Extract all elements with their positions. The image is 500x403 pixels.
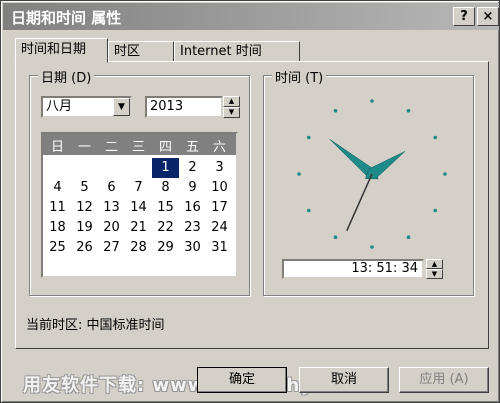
calendar-day[interactable]: 6 bbox=[98, 178, 125, 198]
ok-button[interactable]: 确定 bbox=[197, 367, 287, 393]
calendar-day[interactable]: 19 bbox=[71, 218, 98, 238]
month-value: 八月 bbox=[46, 99, 73, 114]
calendar-day[interactable]: 24 bbox=[206, 218, 233, 238]
spin-up-icon[interactable]: ▲ bbox=[426, 259, 443, 269]
clock-tick bbox=[370, 245, 374, 249]
day-name: 五 bbox=[185, 140, 199, 155]
date-group-title: 日期 (D) bbox=[38, 67, 95, 86]
clock-tick bbox=[443, 172, 447, 176]
time-spinner[interactable]: ▲ ▼ bbox=[426, 259, 443, 279]
calendar-day[interactable]: 21 bbox=[125, 218, 152, 238]
calendar-grid[interactable]: 日 一 二 三 四 五 六 1 2 3 4 5 6 7 8 9 10 11 12 13 14 15 16 17 1… bbox=[41, 132, 238, 278]
clock-tick bbox=[297, 172, 301, 176]
clock-tick bbox=[306, 208, 311, 213]
apply-button[interactable]: 应用 (A) bbox=[399, 367, 489, 393]
calendar-day[interactable]: 4 bbox=[44, 178, 71, 198]
tab-timezone[interactable]: 时区 bbox=[108, 41, 174, 62]
spin-down-icon[interactable]: ▼ bbox=[426, 269, 443, 279]
year-spinner[interactable]: ▲ ▼ bbox=[223, 96, 240, 118]
calendar-day[interactable]: 20 bbox=[98, 218, 125, 238]
calendar-day[interactable]: 12 bbox=[71, 198, 98, 218]
calendar-day[interactable]: 2 bbox=[179, 158, 206, 178]
calendar-day[interactable]: 9 bbox=[179, 178, 206, 198]
chevron-down-icon[interactable]: ▼ bbox=[113, 98, 130, 116]
calendar-header: 日 一 二 三 四 五 六 bbox=[43, 134, 236, 155]
clock-tick bbox=[333, 235, 338, 240]
analog-clock bbox=[297, 99, 447, 249]
clock-tick bbox=[333, 108, 338, 113]
time-field[interactable]: 13: 51: 34 bbox=[282, 259, 424, 279]
cancel-button[interactable]: 取消 bbox=[299, 367, 389, 393]
calendar-day[interactable]: 27 bbox=[98, 238, 125, 258]
calendar-day[interactable]: 31 bbox=[206, 238, 233, 258]
spin-up-icon[interactable]: ▲ bbox=[223, 96, 240, 107]
tab-internet-time[interactable]: Internet 时间 bbox=[174, 41, 300, 62]
time-group-title: 时间 (T) bbox=[272, 67, 327, 86]
calendar-day[interactable]: 23 bbox=[179, 218, 206, 238]
help-button[interactable]: ? bbox=[453, 7, 475, 26]
calendar-day[interactable]: 29 bbox=[152, 238, 179, 258]
calendar-day[interactable]: 5 bbox=[71, 178, 98, 198]
window-title: 日期和时间 属性 bbox=[11, 9, 122, 27]
month-select[interactable]: 八月 ▼ bbox=[41, 96, 132, 118]
day-name: 二 bbox=[104, 140, 118, 155]
tab-page: 日期 (D) 八月 ▼ 2013 ▲ ▼ 日 一 二 三 四 五 六 12345… bbox=[15, 61, 489, 349]
calendar-day[interactable]: 17 bbox=[206, 198, 233, 218]
tab-date-time[interactable]: 时间和日期 bbox=[15, 38, 108, 63]
timezone-label: 当前时区: 中国标准时间 bbox=[26, 318, 165, 333]
clock-tick bbox=[433, 135, 438, 140]
calendar-day[interactable]: 11 bbox=[44, 198, 71, 218]
spin-down-icon[interactable]: ▼ bbox=[223, 107, 240, 118]
calendar-day[interactable]: 22 bbox=[152, 218, 179, 238]
calendar-day[interactable]: 13 bbox=[98, 198, 125, 218]
clock-tick bbox=[433, 208, 438, 213]
day-name: 日 bbox=[50, 140, 64, 155]
close-button[interactable]: × bbox=[477, 7, 499, 26]
year-field[interactable]: 2013 bbox=[145, 96, 223, 118]
calendar-day[interactable]: 8 bbox=[152, 178, 179, 198]
day-name: 四 bbox=[158, 140, 172, 155]
clock-tick bbox=[406, 108, 411, 113]
calendar-day[interactable]: 16 bbox=[179, 198, 206, 218]
second-hand bbox=[346, 173, 373, 231]
day-name: 三 bbox=[131, 140, 145, 155]
clock-tick bbox=[370, 99, 374, 103]
calendar-day[interactable]: 10 bbox=[206, 178, 233, 198]
calendar-day[interactable]: 15 bbox=[152, 198, 179, 218]
calendar-day[interactable]: 26 bbox=[71, 238, 98, 258]
calendar-day[interactable]: 25 bbox=[44, 238, 71, 258]
day-name: 六 bbox=[212, 140, 226, 155]
calendar-day[interactable]: 1 bbox=[152, 158, 179, 178]
calendar-day[interactable]: 18 bbox=[44, 218, 71, 238]
calendar-day[interactable]: 28 bbox=[125, 238, 152, 258]
clock-tick bbox=[306, 135, 311, 140]
clock-tick bbox=[406, 235, 411, 240]
calendar-day[interactable]: 7 bbox=[125, 178, 152, 198]
calendar-day[interactable]: 30 bbox=[179, 238, 206, 258]
calendar-day[interactable]: 14 bbox=[125, 198, 152, 218]
day-name: 一 bbox=[77, 140, 91, 155]
title-bar: 日期和时间 属性 ? × bbox=[3, 3, 499, 30]
calendar-day[interactable]: 3 bbox=[206, 158, 233, 178]
dialog-window: 日期和时间 属性 ? × 时间和日期 时区 Internet 时间 日期 (D)… bbox=[0, 0, 500, 403]
